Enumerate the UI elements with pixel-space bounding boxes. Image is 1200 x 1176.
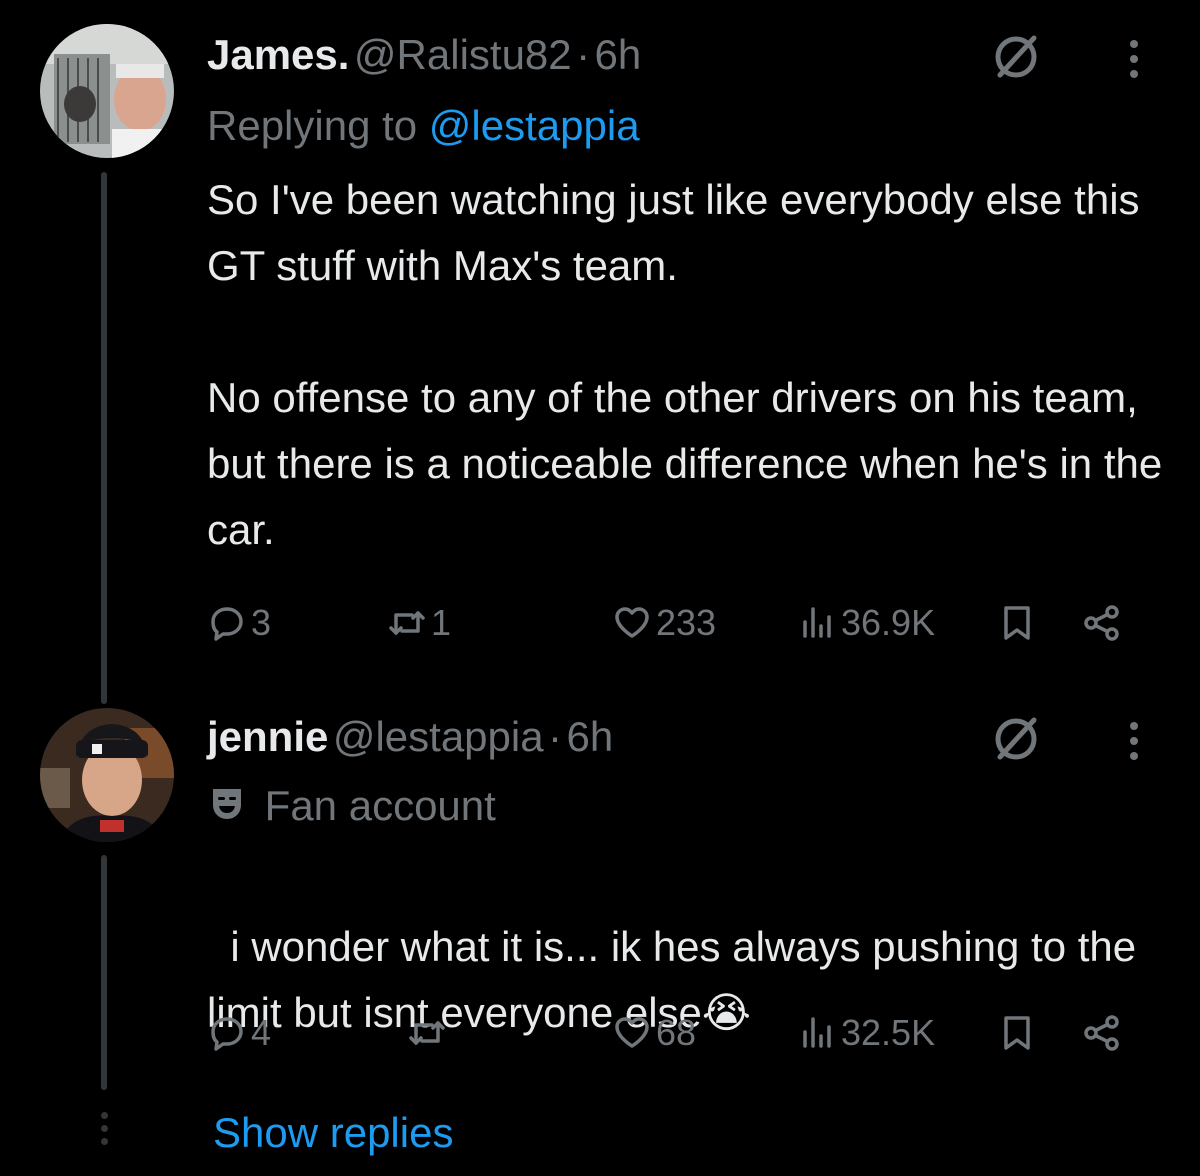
share-button[interactable]: [1082, 598, 1126, 648]
bookmark-button[interactable]: [997, 598, 1041, 648]
more-options-icon[interactable]: [1128, 40, 1140, 85]
reply-count: 3: [251, 602, 272, 643]
repost-button[interactable]: [407, 1008, 451, 1058]
heart-icon: [615, 607, 649, 638]
handle[interactable]: @Ralistu82: [354, 31, 572, 78]
tweet-text: So I've been watching just like everybod…: [207, 176, 1163, 553]
display-name[interactable]: James.: [207, 31, 349, 78]
timestamp[interactable]: 6h: [595, 31, 642, 78]
share-button[interactable]: [1082, 1008, 1126, 1058]
reply-button[interactable]: 4: [207, 1008, 271, 1058]
avatar[interactable]: [40, 24, 174, 158]
thread-ellipsis-icon: [98, 1112, 110, 1151]
reply-count: 4: [251, 1012, 272, 1053]
tweet-header: jennie @lestappia · 6h: [207, 712, 613, 772]
show-replies-link[interactable]: Show replies: [213, 1108, 453, 1158]
reply-icon: [211, 607, 243, 641]
account-label: Fan account: [207, 780, 496, 835]
theater-mask-icon: [207, 783, 253, 835]
thread-line: [101, 855, 107, 1090]
like-count: 233: [656, 602, 717, 643]
share-icon: [1084, 605, 1119, 641]
more-options-icon[interactable]: [1128, 722, 1140, 767]
separator: ·: [548, 713, 563, 760]
reply-button[interactable]: 3: [207, 598, 271, 648]
like-button[interactable]: 233: [612, 598, 716, 648]
views-button[interactable]: 32.5K: [797, 1008, 935, 1058]
repost-icon: [389, 611, 425, 635]
bookmark-icon: [1004, 1016, 1030, 1050]
bookmark-button[interactable]: [997, 1008, 1041, 1058]
views-icon: [803, 607, 831, 638]
reply-icon: [211, 1017, 243, 1051]
share-icon: [1084, 1015, 1119, 1051]
views-button[interactable]: 36.9K: [797, 598, 935, 648]
grok-icon[interactable]: [990, 712, 1042, 764]
views-icon: [803, 1017, 831, 1048]
avatar[interactable]: [40, 708, 174, 842]
replying-prefix: Replying to: [207, 102, 418, 149]
bookmark-icon: [1004, 606, 1030, 640]
heart-icon: [615, 1017, 649, 1048]
view-count: 32.5K: [841, 1012, 936, 1053]
repost-button[interactable]: 1: [387, 598, 451, 648]
tweet-actions: 4 68 32.5K: [207, 1008, 1147, 1058]
thread-line: [101, 172, 107, 704]
tweet-actions: 3 1 233 36.9K: [207, 598, 1147, 648]
repost-count: 1: [431, 602, 452, 643]
like-button[interactable]: 68: [612, 1008, 696, 1058]
handle[interactable]: @lestappia: [333, 713, 544, 760]
fan-account-label: Fan account: [264, 782, 496, 829]
separator: ·: [576, 31, 591, 78]
replying-mention[interactable]: @lestappia: [429, 102, 640, 149]
tweet-header: James. @Ralistu82 · 6h: [207, 30, 641, 90]
replying-to: Replying to @lestappia: [207, 100, 640, 152]
like-count: 68: [656, 1012, 697, 1053]
repost-icon: [409, 1021, 445, 1045]
grok-icon[interactable]: [990, 30, 1042, 82]
timestamp[interactable]: 6h: [567, 713, 614, 760]
view-count: 36.9K: [841, 602, 936, 643]
display-name[interactable]: jennie: [207, 713, 328, 760]
